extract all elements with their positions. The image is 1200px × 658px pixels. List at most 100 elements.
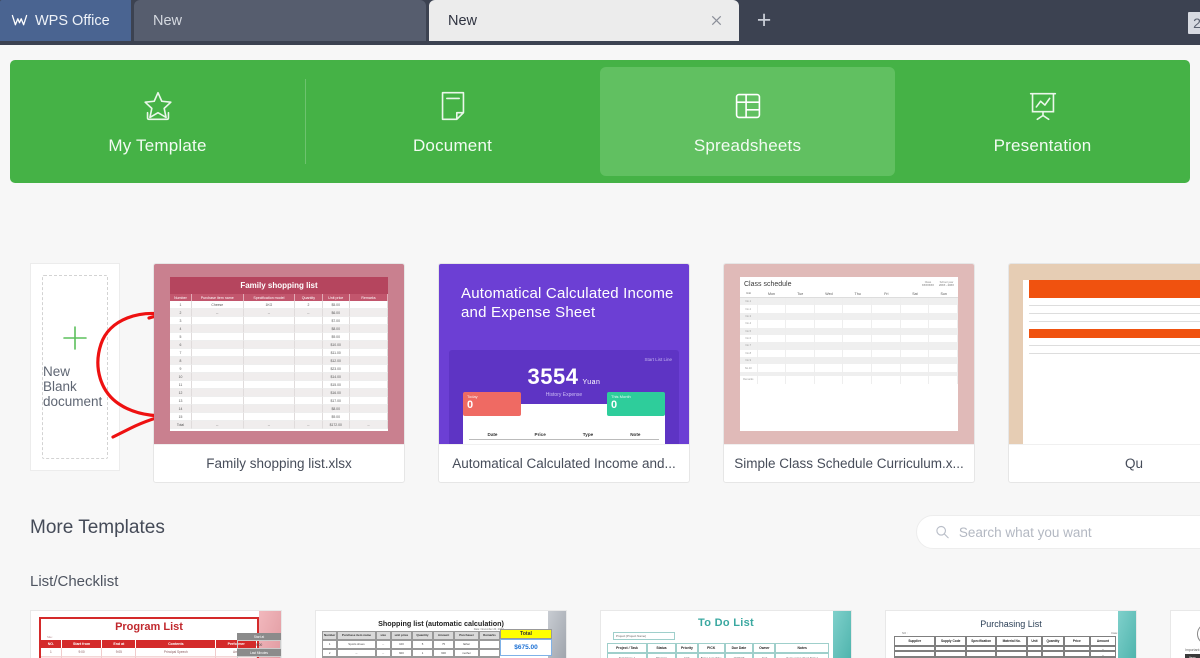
template-thumb-partial-quotation (1009, 264, 1200, 444)
table-cell: $10.00 (322, 341, 350, 349)
table-cell (786, 334, 815, 343)
thumb-program-list: Program List Site: Date: NO.Start fromEn… (31, 611, 281, 658)
table-row: No.7 (740, 342, 958, 350)
table-cell (815, 305, 844, 313)
table-cell (843, 376, 873, 384)
thumb-stat-today: Today 0 (463, 392, 521, 416)
table-row: 19:009:05Principal SpeechAmy (41, 648, 257, 657)
table-cell (758, 349, 787, 357)
thumb-todo-body: Task Name 1PlanninghighBeta / Low Value1… (607, 653, 829, 658)
table-cell (191, 349, 244, 357)
column-header: Mon (768, 291, 776, 296)
table-cell (191, 405, 244, 413)
category-spreadsheets[interactable]: Spreadsheets (600, 67, 895, 176)
template-card-partial-quotation[interactable]: Qu (1008, 263, 1200, 483)
table-cell (295, 317, 323, 325)
table-cell: 3 (170, 317, 192, 325)
table-cell (901, 312, 930, 321)
stat-today-value: 0 (467, 399, 474, 411)
table-cell (872, 357, 901, 365)
table-cell: 9:00 (61, 648, 103, 657)
table-cell (901, 376, 930, 384)
table-cell (786, 327, 815, 335)
table-cell (872, 364, 901, 372)
table-row: No.5 (740, 327, 958, 335)
table-cell (901, 357, 930, 365)
category-presentation[interactable]: Presentation (895, 67, 1190, 176)
table-cell (243, 365, 296, 373)
thumb-big-number-wrap: 3554 Yuan (449, 364, 679, 390)
template-card-purchasing-list[interactable]: Purchasing List NO : Date: Supplier Suppl… (885, 610, 1137, 658)
table-cell: 600 (433, 648, 455, 658)
template-card-to-do-list[interactable]: To Do List Project [Project Name] Projec… (600, 610, 852, 658)
table-row: 2 -- -- 600 1 600 mother (322, 648, 501, 658)
window-chip[interactable]: 2 (1188, 12, 1200, 34)
wps-office-brand-button[interactable]: WPS Office (0, 0, 131, 41)
total-label: Total (500, 629, 552, 639)
column-header: Remarks (478, 631, 501, 640)
category-document[interactable]: Document (305, 67, 600, 176)
table-row: 2 -- -- -- $6.00 (170, 309, 389, 317)
table-cell: $11.00 (322, 349, 350, 357)
table-cell (843, 312, 873, 321)
search-input[interactable] (958, 524, 1200, 540)
table-cell: -- (191, 421, 244, 429)
table-cell: $16.00 (322, 389, 350, 397)
col-remarks: Remarks (350, 294, 389, 301)
new-blank-document-inner: New Blank document (42, 275, 108, 459)
document-icon (441, 91, 464, 121)
table-cell: 1KG (243, 301, 296, 309)
table-cell (815, 327, 844, 335)
table-row: Remarks (740, 376, 958, 384)
new-blank-document-card[interactable]: New Blank document (30, 263, 233, 471)
template-search-box[interactable] (916, 515, 1200, 549)
meta-site: Site: (47, 635, 53, 639)
thumb-income-columns: Date Price Type Note (469, 432, 659, 440)
template-card-program-list[interactable]: Program List Site: Date: NO.Start fromEn… (30, 610, 282, 658)
table-cell: $6.00 (322, 309, 350, 317)
category-document-label: Document (412, 136, 493, 155)
column-header: Purchase item name (337, 631, 376, 640)
table-cell (929, 327, 958, 335)
table-cell (901, 364, 930, 372)
template-card-class-schedule[interactable]: Class schedule Class XXXXXXX School year 2… (723, 263, 975, 483)
column-header: Priority (675, 643, 698, 654)
template-card-income-expense[interactable]: Automatical Calculated Income and Expens… (438, 263, 690, 483)
table-row: Task Name 1PlanninghighBeta / Low Value1… (607, 653, 829, 658)
thumb-program-header: NO. Start from End at Contents Performer (41, 640, 257, 648)
table-cell (815, 376, 844, 384)
thumb-orange-bar (1029, 280, 1200, 298)
table-row: 9 $23.00 (170, 365, 389, 373)
template-card-shopping-list-auto[interactable]: Shopping list (automatic calculation) Da… (315, 610, 567, 658)
table-row: 11 $15.00 (170, 381, 389, 389)
column-header: NO. (41, 640, 62, 648)
table-cell (872, 312, 901, 321)
category-my-template-label: My Template (108, 136, 207, 155)
spreadsheet-grid-icon (735, 93, 760, 119)
table-cell (872, 298, 901, 306)
table-cell (758, 357, 787, 365)
tab-new-1[interactable]: New (134, 0, 426, 41)
template-card-family-shopping-list[interactable]: Family shopping list Number Purchase ite… (153, 263, 405, 483)
table-cell (786, 312, 815, 321)
column-header: Unit (746, 291, 751, 295)
template-caption-income-expense: Automatical Calculated Income and... (439, 444, 689, 482)
column-header: Amount (1089, 636, 1116, 646)
column-header: Wed (825, 291, 833, 296)
table-cell (243, 349, 296, 357)
table-cell (815, 364, 844, 372)
new-tab-button[interactable]: + (739, 0, 789, 41)
column-header: Material No. (996, 636, 1027, 646)
table-cell (349, 341, 389, 349)
thumb-panel-income: Start List Line 3554 Yuan History Expense… (449, 350, 679, 444)
thumb-purchasing-header: Supplier Supply Code Specification Material… (894, 636, 1116, 646)
close-icon[interactable] (707, 12, 725, 30)
tab-new-2-active[interactable]: New (429, 0, 739, 41)
table-cell (191, 413, 244, 421)
category-my-template[interactable]: My Template (10, 67, 305, 176)
thumb-to-do-list: To Do List Project [Project Name] Projec… (601, 611, 851, 658)
column-header: Contents (136, 640, 217, 648)
template-card-partial-clock[interactable]: Important: 2 Item XXXXXX XXXXXX XXXXXX X… (1170, 610, 1200, 658)
table-cell (815, 312, 844, 321)
table-row: No.2 (740, 305, 958, 313)
